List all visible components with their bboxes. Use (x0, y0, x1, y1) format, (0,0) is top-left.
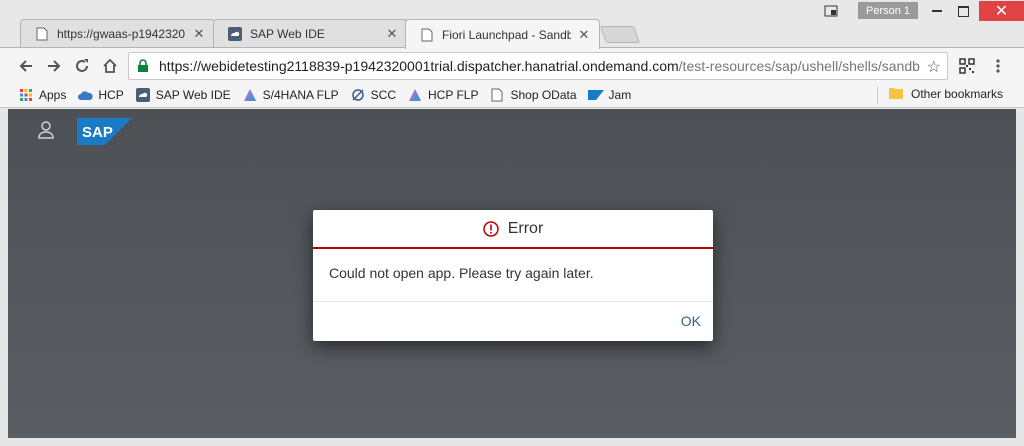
menu-icon[interactable] (988, 56, 1008, 76)
page-icon (489, 88, 505, 102)
other-bookmarks[interactable]: Other bookmarks (889, 87, 1003, 101)
back-icon[interactable] (16, 56, 36, 76)
flp-icon (407, 88, 423, 102)
ok-button[interactable]: OK (681, 313, 701, 329)
error-icon (482, 220, 499, 237)
window-frame-bottom (0, 438, 1024, 446)
bookmark-label: HCP (98, 88, 124, 102)
close-icon[interactable]: ✕ (385, 26, 399, 41)
close-icon[interactable]: ✕ (192, 26, 206, 41)
svg-text:SAP: SAP (82, 124, 113, 141)
tab-fiori-launchpad[interactable]: Fiori Launchpad - Sandb ✕ (405, 19, 600, 49)
other-bookmarks-label: Other bookmarks (911, 87, 1004, 101)
window-frame-left (0, 108, 8, 446)
window-close-icon[interactable]: ✕ (979, 1, 1024, 21)
reload-icon[interactable] (72, 56, 92, 76)
apps-grid-icon (18, 88, 34, 102)
forward-icon[interactable] (44, 56, 64, 76)
bookmark-scc[interactable]: SCC (350, 88, 396, 102)
bookmarks-divider (877, 87, 878, 104)
bookmark-label: Shop OData (510, 88, 577, 102)
sap-icon (587, 88, 604, 102)
bookmark-label: Jam (608, 88, 632, 102)
tab-title: SAP Web IDE (250, 27, 325, 41)
star-icon[interactable]: ☆ (922, 57, 941, 77)
window-frame-right (1016, 108, 1024, 446)
tab-sap-webide[interactable]: SAP Web IDE ✕ (213, 19, 408, 48)
close-icon[interactable]: ✕ (577, 27, 591, 42)
folder-icon (889, 87, 905, 101)
bookmark-hcp-flp[interactable]: HCP FLP (407, 88, 478, 102)
bookmark-label: SAP Web IDE (155, 88, 231, 102)
sap-webide-icon (135, 88, 151, 102)
dialog-title: Error (507, 219, 544, 237)
bookmark-label: Apps (39, 88, 67, 102)
bookmarks-bar: Apps HCP SAP Web IDE S/4HANA FLP SCC HCP… (0, 83, 1024, 108)
flp-icon (242, 88, 258, 102)
dialog-header: Error (313, 210, 713, 249)
dialog-message: Could not open app. Please try again lat… (329, 265, 594, 281)
page-icon (35, 27, 49, 41)
qr-code-icon[interactable] (957, 56, 977, 76)
url-path: /test-resources/sap/ushell/shells/sandb (678, 58, 920, 74)
bookmark-s4hana-flp[interactable]: S/4HANA FLP (242, 88, 339, 102)
bookmark-label: HCP FLP (428, 88, 479, 102)
address-bar[interactable]: https://webidetesting2118839-p1942320001… (128, 52, 948, 80)
dialog-body: Could not open app. Please try again lat… (313, 249, 713, 301)
bookmark-hcp[interactable]: HCP (77, 88, 124, 102)
cast-icon[interactable] (822, 1, 840, 21)
profile-button[interactable]: Person 1 (858, 2, 918, 19)
error-dialog: Error Could not open app. Please try aga… (313, 210, 713, 341)
browser-titlebar: https://gwaas-p1942320 ✕ SAP Web IDE ✕ F… (0, 0, 1024, 49)
new-tab-button[interactable] (599, 26, 641, 43)
browser-toolbar: https://webidetesting2118839-p1942320001… (0, 47, 1024, 83)
page-icon (420, 28, 434, 42)
tab-gwaas[interactable]: https://gwaas-p1942320 ✕ (20, 19, 215, 48)
home-icon[interactable] (100, 56, 120, 76)
maximize-icon[interactable] (955, 1, 971, 21)
bookmark-jam[interactable]: Jam (587, 88, 632, 102)
bookmark-label: SCC (370, 88, 397, 102)
bookmark-sap-webide[interactable]: SAP Web IDE (135, 88, 231, 102)
bookmark-shop-odata[interactable]: Shop OData (489, 88, 577, 102)
sap-logo: SAP (77, 118, 132, 145)
lock-icon (137, 59, 151, 73)
dialog-footer: OK (313, 301, 713, 341)
cloud-icon (77, 88, 93, 102)
user-icon[interactable] (38, 121, 54, 144)
minimize-icon[interactable] (929, 1, 945, 21)
bookmark-apps[interactable]: Apps (18, 88, 66, 102)
tab-title: https://gwaas-p1942320 (57, 27, 186, 41)
sap-webide-icon (228, 27, 242, 41)
url-host: https://webidetesting2118839-p1942320001… (159, 58, 679, 74)
tab-title: Fiori Launchpad - Sandb (442, 27, 571, 42)
bookmark-label: S/4HANA FLP (262, 88, 339, 102)
scc-icon (350, 88, 366, 102)
